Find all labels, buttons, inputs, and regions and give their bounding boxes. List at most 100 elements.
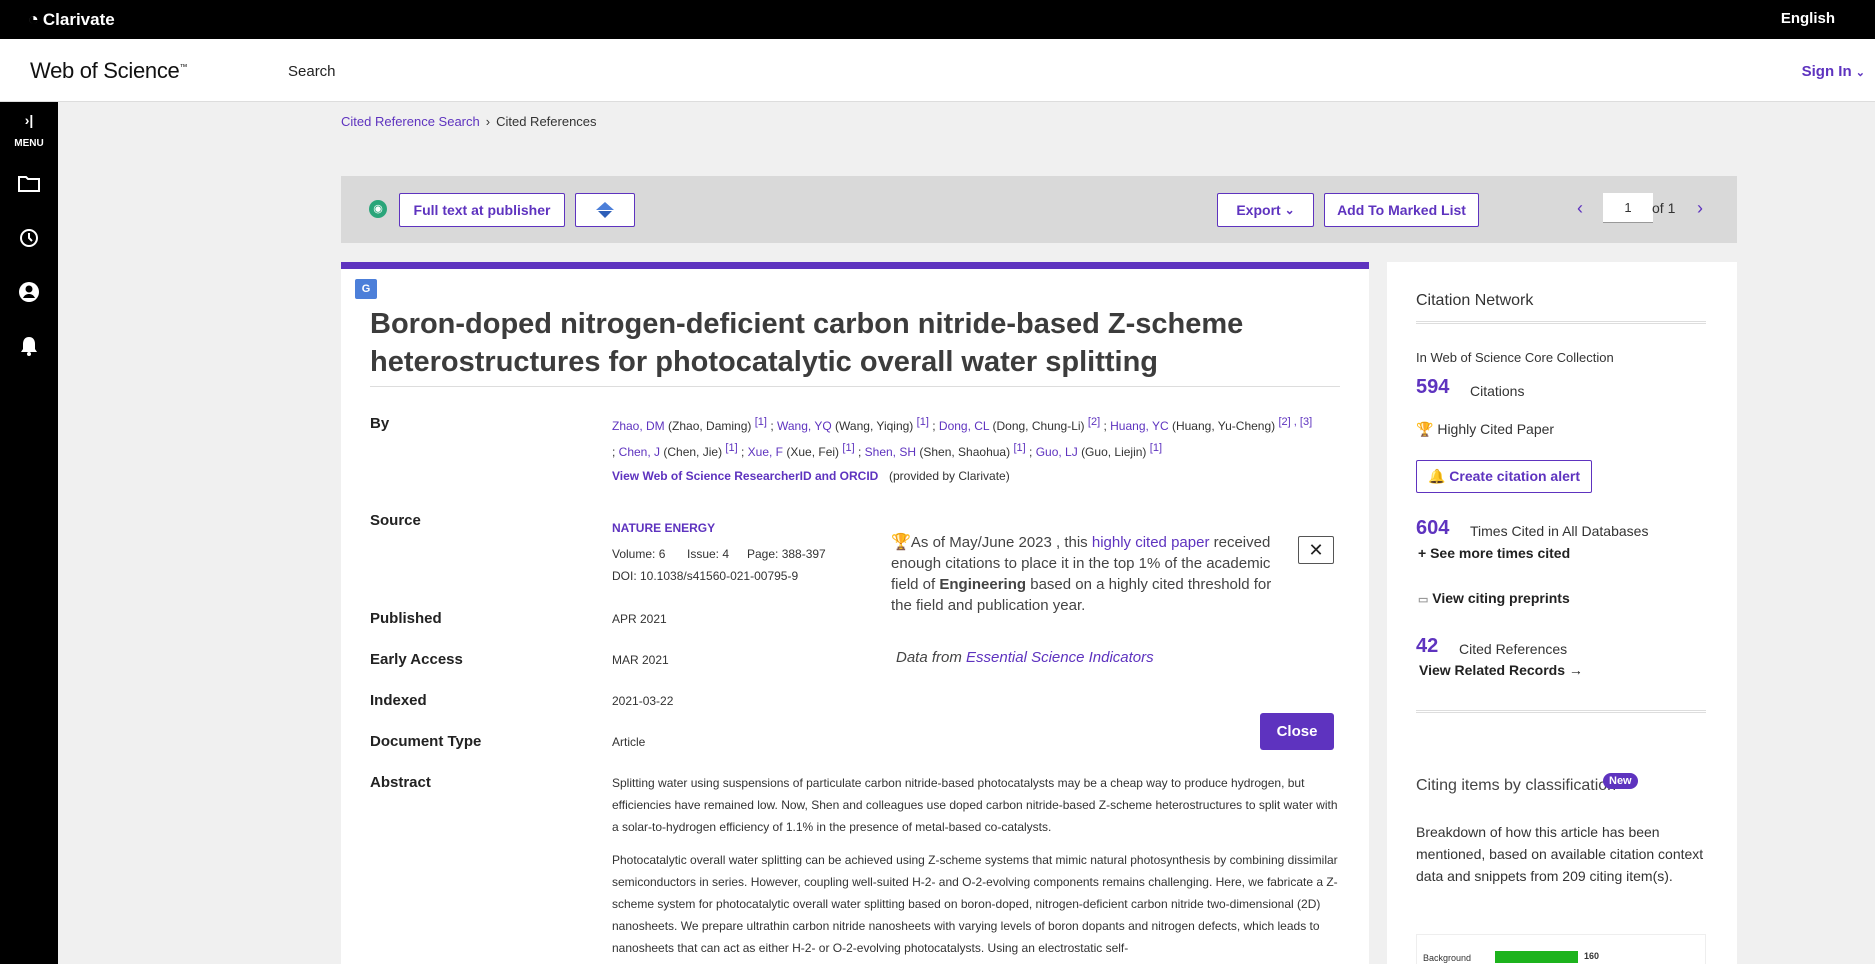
header-search-link[interactable]: Search [288, 63, 336, 80]
preprint-icon: ▭ [1418, 594, 1429, 606]
bell-icon: 🔔 [1427, 468, 1446, 484]
author-link[interactable]: Shen, SH [865, 445, 916, 459]
author-affiliation-ref[interactable]: [1] [755, 416, 767, 428]
citations-label: Citations [1470, 383, 1525, 399]
author-fullname: (Dong, Chung-Li) [992, 419, 1085, 433]
popup-field: Engineering [939, 576, 1027, 593]
language-selector[interactable]: English [1781, 10, 1835, 27]
highly-cited-description: 🏆As of May/June 2023 , this highly cited… [891, 532, 1291, 616]
doi: DOI: 10.1038/s41560-021-00795-9 [612, 569, 799, 583]
create-citation-alert-button[interactable]: 🔔 Create citation alert [1416, 460, 1592, 493]
next-page-icon[interactable]: › [1697, 198, 1703, 219]
folder-icon[interactable] [0, 174, 58, 197]
author-affiliation-ref[interactable]: [1] [1150, 442, 1162, 454]
profile-icon[interactable] [0, 281, 58, 308]
essential-science-indicators-link[interactable]: Essential Science Indicators [966, 649, 1154, 666]
page-count: of 1 [1652, 200, 1676, 216]
pages: Page: 388-397 [747, 547, 826, 561]
previous-page-icon[interactable]: ‹ [1577, 198, 1583, 219]
popup-text-pre: As of May/June 2023 , this [910, 534, 1088, 551]
authors-list: Zhao, DM (Zhao, Daming) [1] ; Wang, YQ (… [612, 416, 1313, 459]
chevron-down-icon: ⌄ [1284, 203, 1295, 217]
author-link[interactable]: Guo, LJ [1036, 445, 1078, 459]
clarivate-brand: Clarivate [42, 9, 115, 29]
highly-cited-badge: 🏆 Highly Cited Paper [1416, 421, 1554, 438]
author-link[interactable]: Wang, YQ [777, 419, 832, 433]
page-number-input[interactable]: 1 [1603, 193, 1653, 223]
source-label: Source [370, 512, 421, 529]
see-more-times-cited-link[interactable]: + See more times cited [1418, 545, 1570, 561]
author-affiliation-ref[interactable]: [1] [917, 416, 929, 428]
journal-link[interactable]: NATURE ENERGY [612, 521, 715, 535]
data-source-note: Data from Essential Science Indicators [896, 649, 1154, 666]
chart-category-label: Background [1423, 953, 1472, 963]
full-text-button[interactable]: Full text at publisher [399, 193, 565, 227]
sign-in-label: Sign In [1801, 63, 1852, 80]
wos-logo[interactable]: Web of Science™ [30, 58, 187, 84]
panel-divider [1416, 710, 1706, 713]
citation-network-title: Citation Network [1416, 292, 1534, 309]
document-type-label: Document Type [370, 733, 482, 750]
all-databases-count[interactable]: 604 [1416, 517, 1449, 540]
abstract-paragraph: Photocatalytic overall water splitting c… [612, 853, 1338, 955]
wos-logo-tm: ™ [179, 62, 188, 72]
export-dropdown[interactable]: Export ⌄ [1217, 193, 1314, 227]
author-fullname: (Huang, Yu-Cheng) [1171, 419, 1276, 433]
see-more-label: See more times cited [1430, 545, 1571, 561]
open-access-icon: ◉ [369, 200, 387, 218]
export-label: Export [1236, 202, 1281, 218]
early-access-label: Early Access [370, 651, 463, 668]
new-badge: New [1603, 773, 1638, 789]
left-sidebar: ›| MENU [0, 102, 58, 964]
translate-icon[interactable]: G [355, 279, 377, 299]
volume: Volume: 6 [612, 547, 666, 561]
author-fullname: (Chen, Jie) [663, 445, 723, 459]
author-affiliation-ref[interactable]: [1] [725, 442, 737, 454]
highly-cited-paper-link[interactable]: highly cited paper [1092, 534, 1210, 551]
author-link[interactable]: Zhao, DM [612, 419, 665, 433]
trophy-icon: 🏆 [1416, 421, 1434, 437]
breadcrumb-cited-reference-search[interactable]: Cited Reference Search [341, 114, 480, 129]
citations-count[interactable]: 594 [1416, 376, 1449, 399]
close-button[interactable]: Close [1260, 713, 1334, 750]
all-databases-label: Times Cited in All Databases [1470, 523, 1649, 539]
classification-chart: Background 160 [1416, 934, 1706, 964]
view-citing-preprints-link[interactable]: ▭ View citing preprints [1418, 590, 1570, 606]
abstract-label: Abstract [370, 774, 431, 791]
chart-bar[interactable] [1495, 951, 1578, 963]
expand-menu-icon[interactable]: ›| [0, 112, 58, 128]
history-icon[interactable] [0, 227, 58, 254]
clarivate-topbar: ◔ Clarivate English [0, 0, 1875, 39]
find-it-button[interactable] [575, 193, 635, 227]
researcherid-orcid-link[interactable]: View Web of Science ResearcherID and ORC… [612, 469, 878, 483]
indexed-label: Indexed [370, 692, 427, 709]
author-affiliation-ref[interactable]: [1] [842, 442, 854, 454]
data-from-label: Data from [896, 649, 962, 666]
author-affiliation-ref[interactable]: [1] [1013, 442, 1025, 454]
classification-breakdown-text: Breakdown of how this article has been m… [1416, 824, 1704, 884]
trophy-icon: 🏆 [891, 534, 911, 551]
menu-label[interactable]: MENU [0, 138, 58, 149]
author-link[interactable]: Chen, J [619, 445, 660, 459]
cited-references-count[interactable]: 42 [1416, 635, 1438, 658]
author-fullname: (Guo, Liejin) [1081, 445, 1147, 459]
citing-items-classification-title: Citing items by classification [1416, 777, 1617, 794]
abstract-text: Splitting water using suspensions of par… [612, 772, 1347, 964]
author-link[interactable]: Dong, CL [939, 419, 989, 433]
close-icon[interactable]: ✕ [1298, 536, 1334, 564]
author-link[interactable]: Xue, F [748, 445, 783, 459]
bell-icon[interactable] [0, 335, 58, 362]
author-fullname: (Xue, Fei) [786, 445, 840, 459]
wos-logo-text: Web of Science [30, 58, 180, 83]
document-type: Article [612, 735, 646, 749]
early-access-date: MAR 2021 [612, 653, 669, 667]
add-to-marked-list-button[interactable]: Add To Marked List [1324, 193, 1479, 227]
author-affiliation-ref[interactable]: [2] [1088, 416, 1100, 428]
author-link[interactable]: Huang, YC [1110, 419, 1168, 433]
author-affiliation-ref[interactable]: [2] , [3] [1279, 416, 1313, 428]
indexed-date: 2021-03-22 [612, 694, 674, 708]
arrow-right-icon: → [1568, 662, 1583, 678]
view-related-records-link[interactable]: View Related Records → [1419, 662, 1583, 678]
sign-in-button[interactable]: Sign In ⌄ [1802, 63, 1865, 80]
clarivate-logo[interactable]: ◔ Clarivate [28, 9, 115, 30]
